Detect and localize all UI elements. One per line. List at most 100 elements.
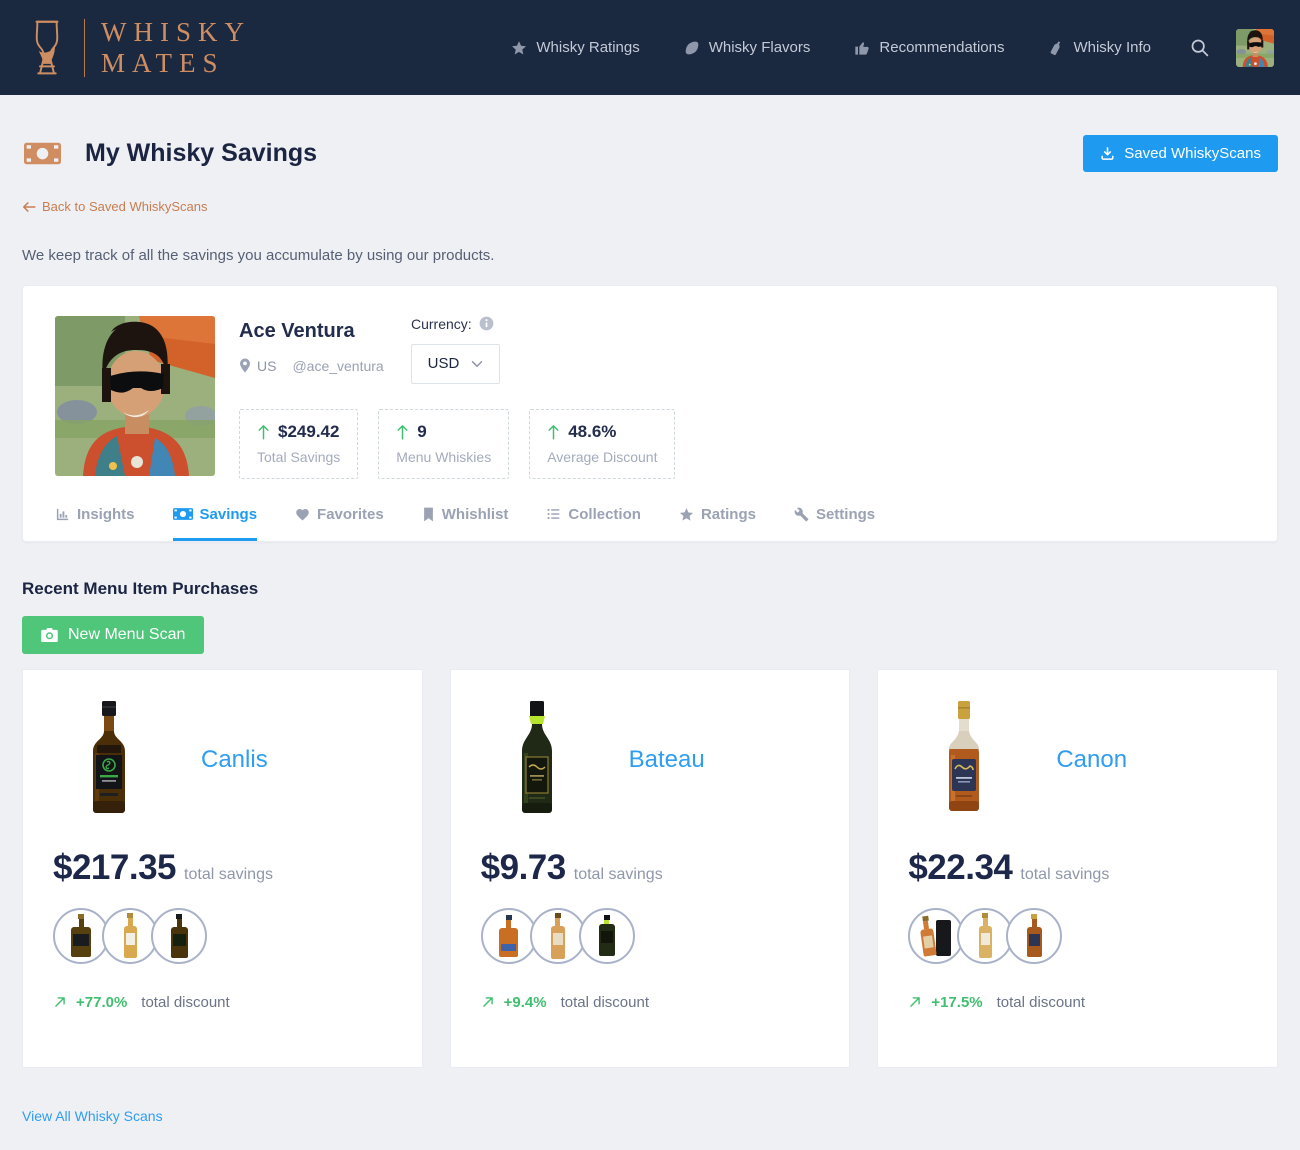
brand-divider [84, 19, 85, 77]
back-link-label: Back to Saved WhiskyScans [42, 199, 207, 214]
scan-button-label: New Menu Scan [68, 626, 185, 644]
total-discount-label: total discount [561, 994, 649, 1011]
nav-item-recommendations[interactable]: Recommendations [854, 39, 1004, 56]
stat-average-discount: 48.6% Average Discount [529, 409, 675, 479]
navbar: WHISKY MATES Whisky Ratings Whisky Flavo… [0, 0, 1300, 95]
total-discount-label: total discount [141, 994, 229, 1011]
thumbs-up-icon [854, 40, 870, 56]
whisky-scan-link-canlis[interactable]: Canlis [201, 746, 268, 774]
stat-menu-whiskies: 9 Menu Whiskies [378, 409, 509, 479]
tab-favorites[interactable]: Favorites [295, 506, 384, 541]
bottle-thumbnail[interactable] [1006, 908, 1062, 964]
saved-whiskyscans-button[interactable]: Saved WhiskyScans [1083, 135, 1278, 172]
bottle-thumbnail[interactable] [579, 908, 635, 964]
location-pin-icon [239, 358, 251, 373]
nav-item-whisky-info[interactable]: Whisky Info [1048, 39, 1151, 56]
stat-label: Total Savings [257, 449, 340, 465]
tab-settings[interactable]: Settings [794, 506, 875, 541]
whisky-scan-link-canon[interactable]: Canon [1056, 746, 1127, 774]
camera-icon [41, 628, 58, 642]
profile-name: Ace Ventura [239, 320, 409, 343]
bottle-thumbnails [53, 908, 392, 964]
total-savings-label: total savings [184, 866, 273, 884]
search-icon[interactable] [1189, 37, 1210, 58]
chevron-down-icon [471, 360, 483, 368]
purchase-card-bateau: Bateau $9.73 total savings [450, 669, 851, 1068]
purchase-card-canlis: Canlis $217.35 total savings [22, 669, 423, 1068]
stat-value: 9 [417, 422, 426, 442]
profile-tabs: Insights Savings Favorites Whishlist [55, 506, 1245, 541]
nav-label: Whisky Info [1073, 39, 1151, 56]
currency-value: USD [428, 355, 460, 372]
tab-ratings[interactable]: Ratings [679, 506, 756, 541]
total-savings-label: total savings [1020, 866, 1109, 884]
bottle-thumbnail[interactable] [151, 908, 207, 964]
total-savings-value: $217.35 [53, 848, 176, 888]
tab-insights[interactable]: Insights [55, 506, 135, 541]
bottle-thumbnail[interactable] [481, 908, 537, 964]
nav-item-whisky-ratings[interactable]: Whisky Ratings [511, 39, 639, 56]
trend-up-icon [481, 995, 495, 1009]
total-discount-value: +17.5% [931, 994, 982, 1011]
total-savings-value: $22.34 [908, 848, 1012, 888]
total-discount-value: +77.0% [76, 994, 127, 1011]
tab-label: Whishlist [442, 506, 509, 523]
stat-value: $249.42 [278, 422, 339, 442]
user-avatar[interactable] [1236, 29, 1274, 67]
chart-icon [55, 507, 70, 522]
money-bill-icon [173, 507, 193, 521]
new-menu-scan-button[interactable]: New Menu Scan [22, 616, 204, 654]
wrench-icon [794, 507, 809, 522]
arrow-up-icon [547, 424, 560, 440]
back-link[interactable]: Back to Saved WhiskyScans [22, 199, 207, 214]
download-icon [1100, 146, 1115, 161]
purchase-card-canon: Canon $22.34 total savings [877, 669, 1278, 1068]
nav-links: Whisky Ratings Whisky Flavors Recommenda… [511, 39, 1151, 56]
list-icon [546, 507, 561, 521]
title-row: My Whisky Savings Saved WhiskyScans [22, 135, 1278, 172]
tab-label: Ratings [701, 506, 756, 523]
total-discount-value: +9.4% [504, 994, 547, 1011]
total-savings-label: total savings [574, 866, 663, 884]
profile-card: Ace Ventura US @ace_ventura [22, 285, 1278, 542]
star-icon [679, 507, 694, 522]
stats-row: $249.42 Total Savings 9 Menu Whiskies [239, 409, 1245, 479]
arrow-up-icon [257, 424, 270, 440]
tab-collection[interactable]: Collection [546, 506, 641, 541]
tab-label: Insights [77, 506, 135, 523]
whisky-scan-link-bateau[interactable]: Bateau [629, 746, 705, 774]
currency-select[interactable]: USD [411, 344, 500, 384]
currency-label: Currency: [411, 316, 472, 332]
tab-savings[interactable]: Savings [173, 506, 258, 541]
arrow-up-icon [396, 424, 409, 440]
nav-label: Whisky Flavors [709, 39, 811, 56]
purchase-cards: Canlis $217.35 total savings [22, 669, 1278, 1068]
info-icon [479, 316, 494, 331]
profile-handle: @ace_ventura [292, 358, 383, 374]
bottle-thumbnail[interactable] [102, 908, 158, 964]
whisky-bottle-image [53, 701, 165, 819]
purchases-heading: Recent Menu Item Purchases [22, 579, 1278, 599]
bottle-thumbnail[interactable] [957, 908, 1013, 964]
bottle-thumbnail[interactable] [530, 908, 586, 964]
bottle-thumbnail[interactable] [53, 908, 109, 964]
bottle-icon [1048, 40, 1064, 56]
tab-label: Collection [568, 506, 641, 523]
trend-up-icon [53, 995, 67, 1009]
view-all-link[interactable]: View All Whisky Scans [22, 1108, 163, 1124]
whisky-bottle-image [481, 701, 593, 819]
page-description: We keep track of all the savings you acc… [22, 247, 1278, 264]
total-discount-label: total discount [997, 994, 1085, 1011]
nav-label: Whisky Ratings [536, 39, 639, 56]
nav-item-whisky-flavors[interactable]: Whisky Flavors [684, 39, 811, 56]
brand-logo[interactable]: WHISKY MATES [26, 17, 251, 77]
tab-label: Favorites [317, 506, 384, 523]
star-icon [511, 40, 527, 56]
bottle-thumbnail[interactable] [908, 908, 964, 964]
nav-label: Recommendations [879, 39, 1004, 56]
total-savings-value: $9.73 [481, 848, 566, 888]
bottle-thumbnails [908, 908, 1247, 964]
stat-label: Menu Whiskies [396, 449, 491, 465]
bookmark-icon [422, 507, 435, 522]
tab-whishlist[interactable]: Whishlist [422, 506, 509, 541]
